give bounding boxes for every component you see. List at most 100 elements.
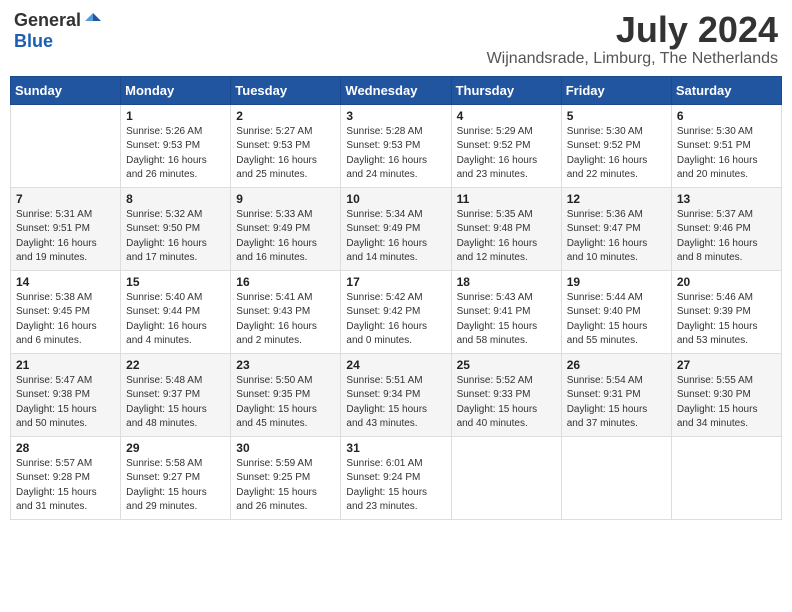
day-number: 17	[346, 275, 445, 289]
cell-content: Sunrise: 5:30 AMSunset: 9:52 PMDaylight:…	[567, 125, 666, 183]
cell-content: Sunrise: 5:28 AMSunset: 9:53 PMDaylight:…	[346, 125, 445, 183]
col-thursday: Thursday	[451, 76, 561, 104]
cell-content: Sunrise: 5:59 AMSunset: 9:25 PMDaylight:…	[236, 457, 335, 515]
day-number: 14	[16, 275, 115, 289]
day-number: 5	[567, 109, 666, 123]
day-number: 4	[457, 109, 556, 123]
calendar-header-row: Sunday Monday Tuesday Wednesday Thursday…	[11, 76, 782, 104]
table-row: 25 Sunrise: 5:52 AMSunset: 9:33 PMDayligh…	[451, 353, 561, 436]
table-row: 29 Sunrise: 5:58 AMSunset: 9:27 PMDayligh…	[121, 436, 231, 519]
table-row: 4 Sunrise: 5:29 AMSunset: 9:52 PMDaylight…	[451, 104, 561, 187]
table-row: 9 Sunrise: 5:33 AMSunset: 9:49 PMDaylight…	[231, 187, 341, 270]
cell-content: Sunrise: 5:36 AMSunset: 9:47 PMDaylight:…	[567, 208, 666, 266]
cell-content: Sunrise: 5:58 AMSunset: 9:27 PMDaylight:…	[126, 457, 225, 515]
table-row: 22 Sunrise: 5:48 AMSunset: 9:37 PMDayligh…	[121, 353, 231, 436]
day-number: 26	[567, 358, 666, 372]
cell-content: Sunrise: 5:26 AMSunset: 9:53 PMDaylight:…	[126, 125, 225, 183]
day-number: 24	[346, 358, 445, 372]
cell-content: Sunrise: 5:33 AMSunset: 9:49 PMDaylight:…	[236, 208, 335, 266]
col-saturday: Saturday	[671, 76, 781, 104]
month-year-title: July 2024	[487, 10, 778, 50]
table-row	[451, 436, 561, 519]
calendar-week-row: 1 Sunrise: 5:26 AMSunset: 9:53 PMDaylight…	[11, 104, 782, 187]
day-number: 19	[567, 275, 666, 289]
logo-icon	[83, 11, 103, 31]
table-row: 10 Sunrise: 5:34 AMSunset: 9:49 PMDayligh…	[341, 187, 451, 270]
table-row: 26 Sunrise: 5:54 AMSunset: 9:31 PMDayligh…	[561, 353, 671, 436]
day-number: 6	[677, 109, 776, 123]
logo-general-text: General	[14, 10, 81, 31]
table-row: 13 Sunrise: 5:37 AMSunset: 9:46 PMDayligh…	[671, 187, 781, 270]
table-row: 11 Sunrise: 5:35 AMSunset: 9:48 PMDayligh…	[451, 187, 561, 270]
page-header: General Blue July 2024 Wijnandsrade, Lim…	[10, 10, 782, 68]
cell-content: Sunrise: 6:01 AMSunset: 9:24 PMDaylight:…	[346, 457, 445, 515]
table-row	[671, 436, 781, 519]
cell-content: Sunrise: 5:37 AMSunset: 9:46 PMDaylight:…	[677, 208, 776, 266]
table-row: 24 Sunrise: 5:51 AMSunset: 9:34 PMDayligh…	[341, 353, 451, 436]
day-number: 29	[126, 441, 225, 455]
table-row: 31Sunrise: 6:01 AMSunset: 9:24 PMDayligh…	[341, 436, 451, 519]
cell-content: Sunrise: 5:42 AMSunset: 9:42 PMDaylight:…	[346, 291, 445, 349]
cell-content: Sunrise: 5:30 AMSunset: 9:51 PMDaylight:…	[677, 125, 776, 183]
table-row: 7Sunrise: 5:31 AMSunset: 9:51 PMDaylight…	[11, 187, 121, 270]
cell-content: Sunrise: 5:32 AMSunset: 9:50 PMDaylight:…	[126, 208, 225, 266]
title-block: July 2024 Wijnandsrade, Limburg, The Net…	[487, 10, 778, 68]
cell-content: Sunrise: 5:43 AMSunset: 9:41 PMDaylight:…	[457, 291, 556, 349]
day-number: 21	[16, 358, 115, 372]
col-friday: Friday	[561, 76, 671, 104]
day-number: 8	[126, 192, 225, 206]
table-row: 23Sunrise: 5:50 AMSunset: 9:35 PMDayligh…	[231, 353, 341, 436]
day-number: 27	[677, 358, 776, 372]
table-row: 15Sunrise: 5:40 AMSunset: 9:44 PMDayligh…	[121, 270, 231, 353]
calendar-week-row: 7Sunrise: 5:31 AMSunset: 9:51 PMDaylight…	[11, 187, 782, 270]
col-sunday: Sunday	[11, 76, 121, 104]
day-number: 3	[346, 109, 445, 123]
cell-content: Sunrise: 5:54 AMSunset: 9:31 PMDaylight:…	[567, 374, 666, 432]
calendar-table: Sunday Monday Tuesday Wednesday Thursday…	[10, 76, 782, 520]
day-number: 15	[126, 275, 225, 289]
calendar-week-row: 28Sunrise: 5:57 AMSunset: 9:28 PMDayligh…	[11, 436, 782, 519]
day-number: 28	[16, 441, 115, 455]
table-row: 16 Sunrise: 5:41 AMSunset: 9:43 PMDayligh…	[231, 270, 341, 353]
table-row: 1 Sunrise: 5:26 AMSunset: 9:53 PMDaylight…	[121, 104, 231, 187]
table-row: 12Sunrise: 5:36 AMSunset: 9:47 PMDayligh…	[561, 187, 671, 270]
day-number: 20	[677, 275, 776, 289]
table-row: 2 Sunrise: 5:27 AMSunset: 9:53 PMDaylight…	[231, 104, 341, 187]
day-number: 13	[677, 192, 776, 206]
day-number: 1	[126, 109, 225, 123]
cell-content: Sunrise: 5:48 AMSunset: 9:37 PMDaylight:…	[126, 374, 225, 432]
cell-content: Sunrise: 5:38 AMSunset: 9:45 PMDaylight:…	[16, 291, 115, 349]
table-row: 27 Sunrise: 5:55 AMSunset: 9:30 PMDayligh…	[671, 353, 781, 436]
cell-content: Sunrise: 5:34 AMSunset: 9:49 PMDaylight:…	[346, 208, 445, 266]
calendar-week-row: 14 Sunrise: 5:38 AMSunset: 9:45 PMDayligh…	[11, 270, 782, 353]
day-number: 10	[346, 192, 445, 206]
cell-content: Sunrise: 5:27 AMSunset: 9:53 PMDaylight:…	[236, 125, 335, 183]
cell-content: Sunrise: 5:31 AMSunset: 9:51 PMDaylight:…	[16, 208, 115, 266]
day-number: 2	[236, 109, 335, 123]
day-number: 30	[236, 441, 335, 455]
table-row: 28Sunrise: 5:57 AMSunset: 9:28 PMDayligh…	[11, 436, 121, 519]
table-row: 14 Sunrise: 5:38 AMSunset: 9:45 PMDayligh…	[11, 270, 121, 353]
day-number: 22	[126, 358, 225, 372]
logo: General Blue	[14, 10, 103, 52]
cell-content: Sunrise: 5:55 AMSunset: 9:30 PMDaylight:…	[677, 374, 776, 432]
cell-content: Sunrise: 5:35 AMSunset: 9:48 PMDaylight:…	[457, 208, 556, 266]
cell-content: Sunrise: 5:29 AMSunset: 9:52 PMDaylight:…	[457, 125, 556, 183]
calendar-week-row: 21 Sunrise: 5:47 AMSunset: 9:38 PMDayligh…	[11, 353, 782, 436]
table-row: 20 Sunrise: 5:46 AMSunset: 9:39 PMDayligh…	[671, 270, 781, 353]
day-number: 9	[236, 192, 335, 206]
location-subtitle: Wijnandsrade, Limburg, The Netherlands	[487, 50, 778, 68]
day-number: 11	[457, 192, 556, 206]
cell-content: Sunrise: 5:51 AMSunset: 9:34 PMDaylight:…	[346, 374, 445, 432]
cell-content: Sunrise: 5:46 AMSunset: 9:39 PMDaylight:…	[677, 291, 776, 349]
cell-content: Sunrise: 5:41 AMSunset: 9:43 PMDaylight:…	[236, 291, 335, 349]
day-number: 25	[457, 358, 556, 372]
table-row: 8 Sunrise: 5:32 AMSunset: 9:50 PMDaylight…	[121, 187, 231, 270]
cell-content: Sunrise: 5:44 AMSunset: 9:40 PMDaylight:…	[567, 291, 666, 349]
cell-content: Sunrise: 5:50 AMSunset: 9:35 PMDaylight:…	[236, 374, 335, 432]
day-number: 16	[236, 275, 335, 289]
table-row: 17 Sunrise: 5:42 AMSunset: 9:42 PMDayligh…	[341, 270, 451, 353]
cell-content: Sunrise: 5:52 AMSunset: 9:33 PMDaylight:…	[457, 374, 556, 432]
col-wednesday: Wednesday	[341, 76, 451, 104]
cell-content: Sunrise: 5:47 AMSunset: 9:38 PMDaylight:…	[16, 374, 115, 432]
